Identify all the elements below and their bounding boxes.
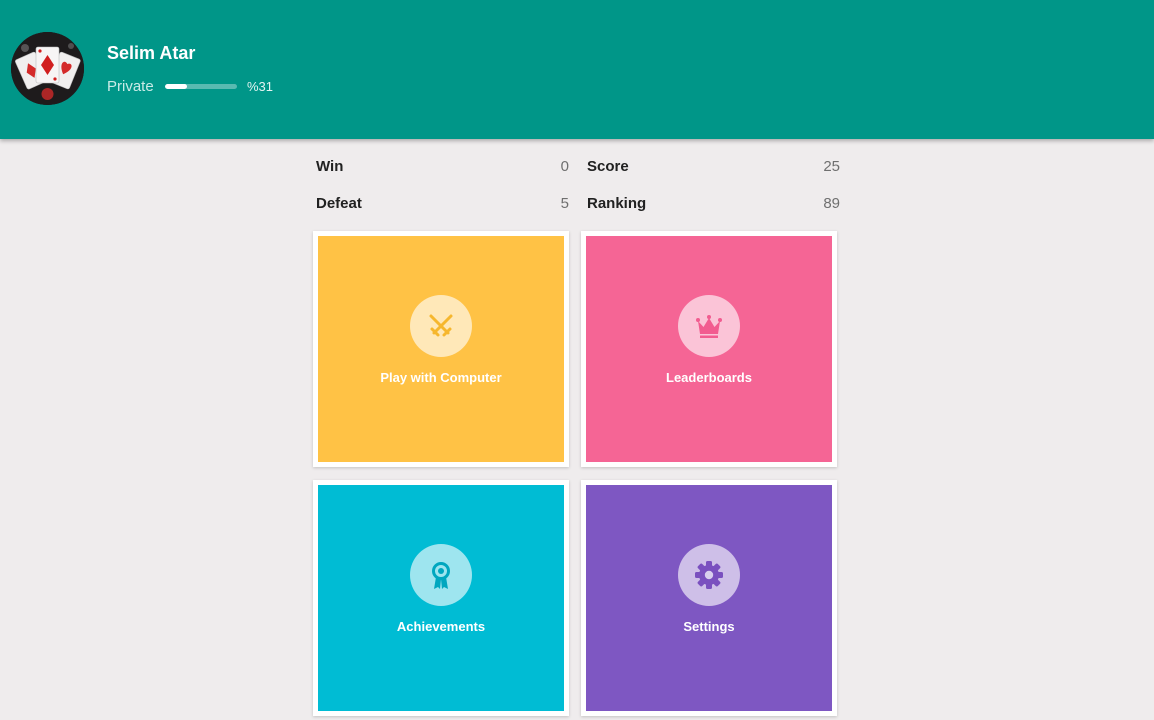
- achievements-tile[interactable]: Achievements: [318, 485, 564, 711]
- rank-label: Private: [107, 78, 154, 95]
- play-with-computer-tile[interactable]: Play with Computer: [318, 236, 564, 462]
- settings-tile[interactable]: Settings: [586, 485, 832, 711]
- stat-score-label: Score: [587, 158, 629, 175]
- stat-win: Win 0: [316, 158, 569, 180]
- crossed-swords-icon: [410, 295, 472, 357]
- settings-label: Settings: [683, 619, 735, 634]
- stat-ranking-value: 89: [823, 195, 840, 212]
- play-with-computer-button[interactable]: Play with Computer: [313, 231, 569, 467]
- achievements-button[interactable]: Achievements: [313, 480, 569, 716]
- settings-button[interactable]: Settings: [581, 480, 837, 716]
- rank-progress-percent: %31: [247, 79, 274, 94]
- stat-score: Score 25: [587, 158, 840, 180]
- playing-cards-avatar-image: [11, 32, 84, 105]
- play-with-computer-label: Play with Computer: [380, 370, 502, 385]
- gear-icon: [678, 544, 740, 606]
- leaderboards-label: Leaderboards: [666, 370, 752, 385]
- profile-header: Selim Atar Private %31: [0, 0, 1154, 139]
- ribbon-award-icon: [410, 544, 472, 606]
- leaderboards-button[interactable]: Leaderboards: [581, 231, 837, 467]
- player-name: Selim Atar: [107, 43, 196, 63]
- stat-ranking-label: Ranking: [587, 195, 647, 212]
- achievements-label: Achievements: [396, 619, 486, 634]
- leaderboards-tile[interactable]: Leaderboards: [586, 236, 832, 462]
- stat-defeat-value: 5: [560, 195, 569, 212]
- rank-progress-fill: [165, 84, 188, 89]
- stat-score-value: 25: [823, 158, 840, 175]
- avatar[interactable]: [11, 32, 84, 105]
- stat-defeat: Defeat 5: [316, 195, 569, 217]
- stat-win-label: Win: [316, 158, 344, 175]
- stat-ranking: Ranking 89: [587, 195, 840, 217]
- rank-progress-bar: [165, 84, 237, 89]
- stat-defeat-label: Defeat: [316, 195, 362, 212]
- stat-win-value: 0: [560, 158, 569, 175]
- crown-icon: [678, 295, 740, 357]
